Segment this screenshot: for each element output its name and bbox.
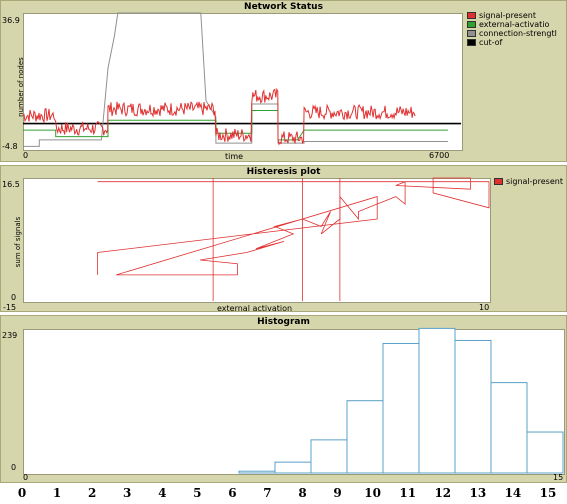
- bottom-axis-tick: 0: [17, 486, 27, 500]
- bottom-axis-tick: 6: [228, 486, 237, 500]
- bottom-axis-tick: 8: [298, 486, 307, 500]
- bottom-axis-tick: 5: [193, 486, 202, 500]
- bottom-axis-tick: 15: [539, 486, 557, 500]
- histogram-bar: [346, 400, 384, 474]
- histeresis-signal-line: [97, 177, 490, 276]
- histogram-bar: [454, 339, 492, 474]
- bottom-axis-tick: 14: [504, 486, 522, 500]
- histogram-bar: [274, 461, 312, 474]
- bottom-axis-tick: 10: [364, 486, 382, 500]
- network-status-chart: [22, 12, 461, 147]
- histogram-bar: [418, 327, 456, 474]
- histogram-chart: [238, 327, 564, 474]
- histogram-bar: [526, 431, 564, 474]
- bottom-axis-tick: 11: [399, 486, 417, 500]
- histeresis-panel: Histeresis plot 16.5 0 -15 10 external a…: [0, 165, 567, 313]
- histogram-bar: [310, 439, 348, 474]
- bottom-axis-tick: 7: [263, 486, 272, 500]
- histeresis-chart: [97, 177, 490, 301]
- bottom-axis-tick: 2: [87, 486, 97, 500]
- histogram-bar: [490, 382, 528, 474]
- bottom-axis-tick: 1: [52, 486, 62, 500]
- bottom-axis-tick: 3: [123, 486, 132, 500]
- bottom-axis-tick: 13: [469, 486, 487, 500]
- bottom-axis-tick: 9: [333, 486, 342, 500]
- histogram-bar: [238, 470, 276, 474]
- bottom-number-axis: 0 1 2 3 4 5 6 7 8 9 10 11 12 13 14 15: [0, 484, 567, 504]
- network-status-panel: Network Status 36.9 -4.8 0 6700 time num…: [0, 0, 567, 162]
- histogram-bar: [382, 342, 420, 474]
- bottom-axis-tick: 4: [158, 486, 167, 500]
- bottom-axis-tick: 12: [434, 486, 452, 500]
- external-activation-line: [23, 110, 448, 141]
- signal-present-line: [22, 87, 416, 146]
- histogram-panel: Histogram 239 0 0 15: [0, 315, 567, 483]
